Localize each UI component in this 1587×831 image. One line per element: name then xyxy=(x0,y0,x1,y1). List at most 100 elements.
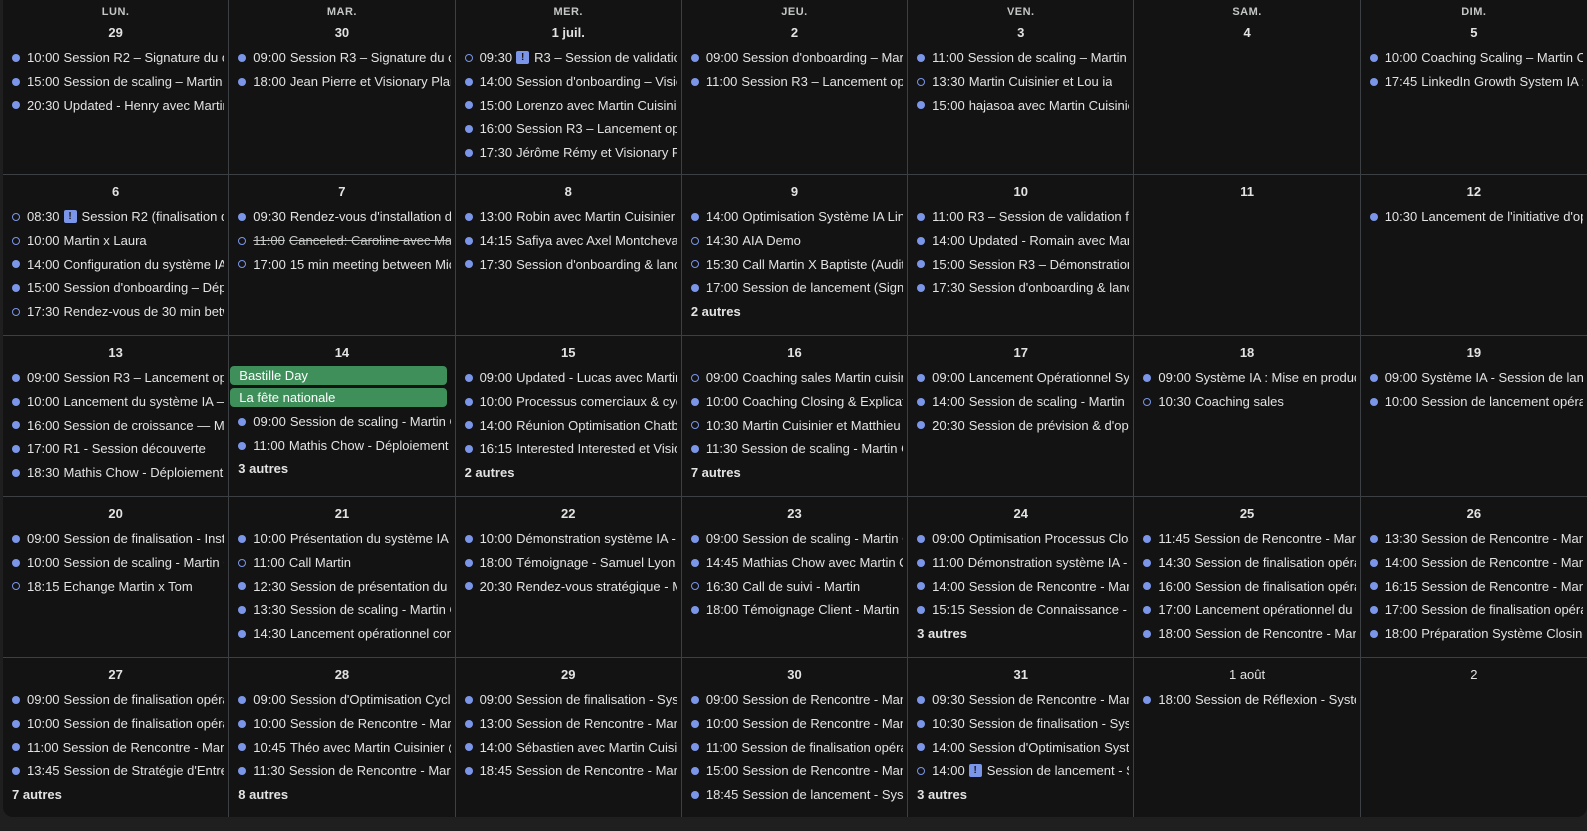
day-cell[interactable]: 14 Bastille Day La fête nationale 09:00 Sess… xyxy=(229,336,456,497)
day-number[interactable]: 8 xyxy=(456,183,681,201)
calendar-event[interactable]: 16:30 Call de suivi - Martin xyxy=(682,574,907,598)
calendar-event[interactable]: 14:00Session d'Optimisation Système xyxy=(908,735,1133,759)
calendar-event[interactable]: 18:00Témoignage - Samuel Lyon x Martin xyxy=(456,551,681,575)
more-events-link[interactable]: 8 autres xyxy=(229,783,454,807)
day-number[interactable]: 30 xyxy=(229,24,454,42)
calendar-event[interactable]: 14:00 Session de Rencontre - Martin xyxy=(908,574,1133,598)
calendar-event[interactable]: 14:00 Réunion Optimisation Chatbot xyxy=(456,413,681,437)
day-cell[interactable]: 25 11:45 Session de Rencontre - Martin 14:3… xyxy=(1134,497,1361,658)
calendar-event[interactable]: 10:30 Coaching sales xyxy=(1134,390,1359,414)
day-number[interactable]: 30 xyxy=(682,666,907,684)
calendar-event[interactable]: 18:15 Echange Martin x Tom xyxy=(3,574,228,598)
day-number[interactable]: 1 août xyxy=(1134,666,1359,684)
calendar-event[interactable]: 18:00 Session de Rencontre - Martin xyxy=(1134,622,1359,646)
calendar-event[interactable]: 10:00Session de scaling - Martin Cuisini… xyxy=(3,551,228,575)
calendar-event[interactable]: 13:30Session de scaling - Martin Cuisini… xyxy=(229,598,454,622)
day-cell[interactable]: 914:00Optimisation Système IA LinkedIn14… xyxy=(681,175,909,336)
calendar-event[interactable]: 14:30 AIA Demo xyxy=(682,229,907,253)
day-number[interactable]: 29 xyxy=(456,666,681,684)
calendar-event[interactable]: 10:00 Présentation du système IA xyxy=(229,527,454,551)
calendar-event[interactable]: 09:00 Updated - Lucas avec Martin xyxy=(456,366,681,390)
calendar-event[interactable]: 13:30 Session de Rencontre - Martin xyxy=(1361,527,1587,551)
day-number[interactable]: 14 xyxy=(229,344,454,362)
day-number[interactable]: 28 xyxy=(229,666,454,684)
calendar-event[interactable]: 18:30Mathis Chow - Déploiement système xyxy=(3,461,228,485)
calendar-event[interactable]: 09:00Session de scaling - Martin Cuisini… xyxy=(229,410,454,434)
day-cell[interactable]: LUN. 29 10:00Session R2 – Signature du con… xyxy=(3,0,230,175)
calendar-event[interactable]: 11:30Session de scaling - Martin Cuisini… xyxy=(682,437,907,461)
day-number[interactable]: 22 xyxy=(456,505,681,523)
calendar-event[interactable]: 14:00 Updated - Romain avec Martin xyxy=(908,229,1133,253)
calendar-event[interactable]: 15:00 Lorenzo avec Martin Cuisinier xyxy=(456,93,681,117)
more-events-link[interactable]: 7 autres xyxy=(3,783,228,807)
day-cell[interactable]: MER. 1 juil. 09:30! R3 – Session de validat… xyxy=(455,0,682,175)
calendar-event[interactable]: 15:30 Call Martin X Baptiste (Audit) xyxy=(682,252,907,276)
calendar-event[interactable]: 14:30Lancement opérationnel complet xyxy=(229,622,454,646)
holiday-chip[interactable]: La fête nationale xyxy=(230,388,447,407)
calendar-event[interactable]: 14:00 Session de Rencontre - Martin xyxy=(1361,551,1587,575)
calendar-event[interactable]: 11:00Canceled: Caroline avec Martin xyxy=(229,229,454,253)
calendar-event[interactable]: 17:45 LinkedIn Growth System IA : ... xyxy=(1361,70,1587,94)
day-cell[interactable]: 1709:00Lancement Opérationnel Système14:… xyxy=(908,336,1135,497)
day-cell[interactable]: 23 09:00Session de scaling - Martin Cuisi… xyxy=(681,497,909,658)
calendar-event[interactable]: 11:00 Call Martin xyxy=(229,551,454,575)
day-cell[interactable]: 10 11:00R3 – Session de validation finale… xyxy=(908,175,1135,336)
calendar-event[interactable]: 09:00Session R3 – Lancement opérationnel xyxy=(3,366,228,390)
calendar-event[interactable]: 10:00 Session de Rencontre - Martin xyxy=(229,712,454,736)
day-number[interactable]: 13 xyxy=(3,344,228,362)
calendar-event[interactable]: 13:30 Martin Cuisinier et Lou ia xyxy=(908,70,1133,94)
more-events-link[interactable]: 2 autres xyxy=(456,461,681,485)
calendar-event[interactable]: 15:00Session d'onboarding – Déploiement xyxy=(3,276,228,300)
calendar-event[interactable]: 09:30 Session de Rencontre - Martin xyxy=(908,688,1133,712)
calendar-event[interactable]: 13:45Session de Stratégie d'Entreprise xyxy=(3,759,228,783)
day-number[interactable]: 26 xyxy=(1361,505,1587,523)
day-number[interactable]: 21 xyxy=(229,505,454,523)
calendar-event[interactable]: 11:45 Session de Rencontre - Martin xyxy=(1134,527,1359,551)
calendar-event[interactable]: 13:00 Session de Rencontre - Martin xyxy=(456,712,681,736)
day-cell[interactable]: MAR. 30 09:00Session R3 – Signature du con… xyxy=(229,0,456,175)
calendar-event[interactable]: 09:00Lancement Opérationnel Système xyxy=(908,366,1133,390)
day-number[interactable]: 6 xyxy=(3,183,228,201)
calendar-event[interactable]: 14:00 Configuration du système IA xyxy=(3,252,228,276)
calendar-event[interactable]: 08:30! Session R2 (finalisation du contra… xyxy=(3,205,228,229)
calendar-event[interactable]: 20:30Updated - Henry avec Martin Cuisini… xyxy=(3,93,228,117)
calendar-event[interactable]: 11:00Session R3 – Lancement opérationnel xyxy=(682,70,907,94)
calendar-event[interactable]: 10:00Session de finalisation opérationne… xyxy=(3,712,228,736)
day-cell[interactable]: 30 09:00 Session de Rencontre - Martin 10:0… xyxy=(682,658,909,817)
calendar-event[interactable]: 18:45 Session de Rencontre - Martin xyxy=(456,759,681,783)
day-cell[interactable]: 20 09:00Session de finalisation - Install… xyxy=(3,497,230,658)
calendar-event[interactable]: 10:00Lancement du système IA – Martin xyxy=(3,390,228,414)
calendar-event[interactable]: 16:00Session de croissance — Martin xyxy=(3,413,228,437)
calendar-event[interactable]: 16:15 Session de Rencontre - Martin xyxy=(1361,574,1587,598)
calendar-event[interactable]: 18:45Session de lancement - Système xyxy=(682,783,907,807)
calendar-event[interactable]: 17:00 R1 - Session découverte xyxy=(3,437,228,461)
holiday-chip[interactable]: Bastille Day xyxy=(230,366,447,385)
calendar-event[interactable]: 17:30Jérôme Rémy et Visionary Plan xyxy=(456,141,681,165)
calendar-event[interactable]: 17:30Session d'onboarding & lancement xyxy=(456,252,681,276)
calendar-event[interactable]: 14:45Mathias Chow avec Martin Cuisinier xyxy=(682,551,907,575)
calendar-event[interactable]: 12:30Session de présentation du système xyxy=(229,574,454,598)
calendar-event[interactable]: 09:00Système IA : Mise en production xyxy=(1134,366,1359,390)
calendar-event[interactable]: 10:00Coaching Closing & Explications xyxy=(682,390,907,414)
calendar-event[interactable]: 10:00Session de lancement opérationnel xyxy=(1361,390,1587,414)
calendar-event[interactable]: 18:00Témoignage Client - Martin Cuisinie… xyxy=(682,598,907,622)
day-number[interactable]: 11 xyxy=(1134,183,1359,201)
calendar-event[interactable]: 18:00 Préparation Système Closing xyxy=(1361,622,1587,646)
day-cell[interactable]: 31 09:30 Session de Rencontre - Martin 10:3… xyxy=(908,658,1135,817)
calendar-event[interactable]: 11:00Session de finalisation opérationne… xyxy=(682,735,907,759)
calendar-event[interactable]: 11:00R3 – Session de validation finale xyxy=(908,205,1133,229)
calendar-event[interactable]: 09:00 Session de Rencontre - Martin xyxy=(682,688,907,712)
day-cell[interactable]: DIM. 5 10:00Coaching Scaling – Martin Cuis… xyxy=(1360,0,1587,175)
calendar-event[interactable]: 17:00Session de finalisation opérationne… xyxy=(1361,598,1587,622)
calendar-event[interactable]: 11:00Mathis Chow - Déploiement système xyxy=(229,434,454,458)
calendar-event[interactable]: 15:15Session de Connaissance - Martin xyxy=(908,598,1133,622)
calendar-event[interactable]: 09:00Session de scaling - Martin Cuisini… xyxy=(682,527,907,551)
calendar-event[interactable]: 17:30Rendez-vous de 30 min between xyxy=(3,300,228,324)
day-number[interactable]: 20 xyxy=(3,505,228,523)
calendar-event[interactable]: 15:00Session de scaling – Martin Cuisini… xyxy=(3,70,228,94)
day-cell[interactable]: 15 09:00 Updated - Lucas avec Martin 10:00 P… xyxy=(455,336,682,497)
calendar-event[interactable]: 14:00! Session de lancement - Système xyxy=(908,759,1133,783)
calendar-event[interactable]: 18:00 Jean Pierre et Visionary Plan xyxy=(229,70,454,94)
calendar-event[interactable]: 14:30Session de finalisation opérationne… xyxy=(1134,551,1359,575)
calendar-event[interactable]: 17:00Lancement opérationnel du système xyxy=(1134,598,1359,622)
